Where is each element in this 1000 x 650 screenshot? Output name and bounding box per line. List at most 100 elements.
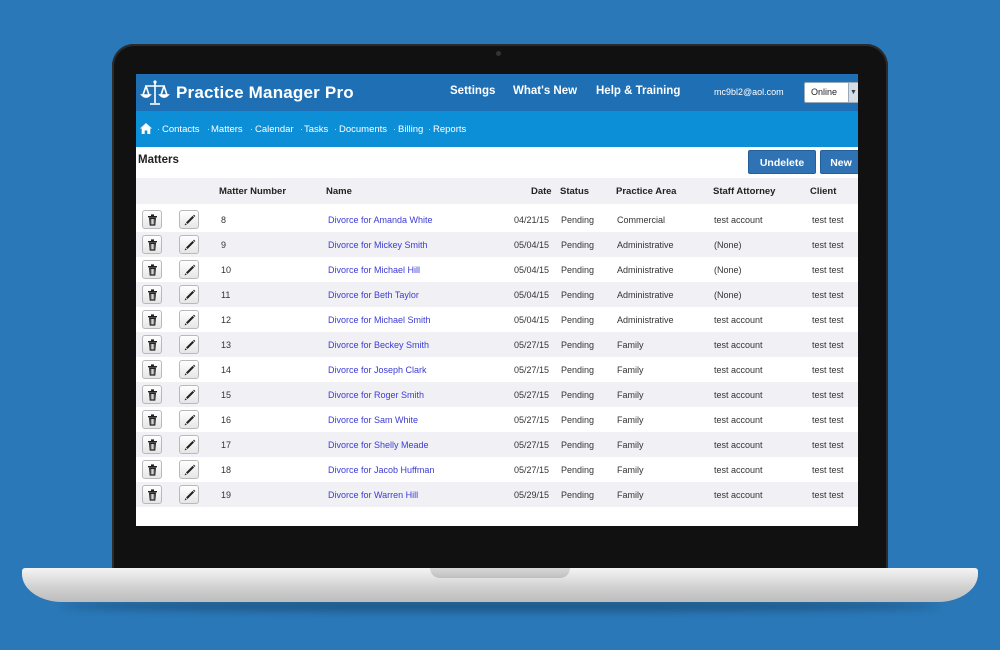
delete-button[interactable] [142,335,162,354]
client-cell: test test [812,465,844,475]
practice-area-cell: Family [617,365,644,375]
status-cell: Pending [561,465,595,475]
matter-name-link[interactable]: Divorce for Beckey Smith [328,340,429,350]
delete-button[interactable] [142,235,162,254]
edit-button[interactable] [179,485,199,504]
online-status-select[interactable]: Online ▼ [804,82,858,103]
staff-attorney-cell: test account [714,215,763,225]
date-cell: 05/04/15 [514,265,550,275]
delete-button[interactable] [142,310,162,329]
column-header-client[interactable]: Client [810,186,836,197]
matter-number-cell: 14 [221,365,232,375]
matter-name-link[interactable]: Divorce for Mickey Smith [328,240,428,250]
edit-button[interactable] [179,335,199,354]
app-screen: Practice Manager Pro Settings What's New… [136,74,858,526]
subnav-reports[interactable]: Reports [433,124,466,135]
matter-number-cell: 19 [221,490,232,500]
client-cell: test test [812,290,844,300]
edit-button[interactable] [179,310,199,329]
delete-button[interactable] [142,360,162,379]
column-header-name[interactable]: Name [326,186,352,197]
date-cell: 05/27/15 [514,340,550,350]
delete-button[interactable] [142,435,162,454]
date-cell: 05/27/15 [514,415,550,425]
delete-button[interactable] [142,460,162,479]
client-cell: test test [812,365,844,375]
client-cell: test test [812,340,844,350]
nav-settings[interactable]: Settings [450,85,495,97]
delete-button[interactable] [142,260,162,279]
matter-name-link[interactable]: Divorce for Joseph Clark [328,365,427,375]
staff-attorney-cell: test account [714,440,763,450]
status-cell: Pending [561,440,595,450]
column-header-status[interactable]: Status [560,186,589,197]
undelete-button[interactable]: Undelete [748,150,816,174]
edit-button[interactable] [179,235,199,254]
delete-button[interactable] [142,485,162,504]
subnav-calendar[interactable]: Calendar [255,124,294,135]
edit-button[interactable] [179,285,199,304]
status-cell: Pending [561,215,595,225]
staff-attorney-cell: test account [714,490,763,500]
matter-number-cell: 9 [221,240,227,250]
nav-separator: · [300,124,303,134]
subnav-matters[interactable]: Matters [211,124,243,135]
online-status-value: Online [811,87,838,97]
matter-name-link[interactable]: Divorce for Michael Smith [328,315,431,325]
status-cell: Pending [561,240,595,250]
edit-button[interactable] [179,410,199,429]
new-button[interactable]: New [820,150,858,174]
matter-number-cell: 10 [221,265,232,275]
nav-help-training[interactable]: Help & Training [596,85,680,97]
subnav-tasks[interactable]: Tasks [304,124,328,135]
edit-button[interactable] [179,260,199,279]
column-header-date[interactable]: Date [531,186,552,197]
matter-name-link[interactable]: Divorce for Beth Taylor [328,290,419,300]
chevron-down-icon[interactable]: ▼ [848,83,858,102]
table-row: 14 Divorce for Joseph Clark 05/27/15 Pendin… [136,357,858,382]
home-icon[interactable] [140,123,152,134]
client-cell: test test [812,440,844,450]
app-brand-name[interactable]: Practice Manager Pro [176,83,354,103]
subnav-billing[interactable]: Billing [398,124,423,135]
matter-number-cell: 12 [221,315,232,325]
column-header-matter-number[interactable]: Matter Number [219,186,286,197]
edit-button[interactable] [179,460,199,479]
staff-attorney-cell: test account [714,315,763,325]
date-cell: 05/04/15 [514,315,550,325]
table-row: 19 Divorce for Warren Hill 05/29/15 Pending… [136,482,858,507]
nav-whats-new[interactable]: What's New [513,85,577,97]
webcam [496,51,501,56]
nav-separator: · [393,124,396,134]
matter-name-link[interactable]: Divorce for Amanda White [328,215,433,225]
practice-area-cell: Administrative [617,240,674,250]
edit-button[interactable] [179,385,199,404]
delete-button[interactable] [142,285,162,304]
status-cell: Pending [561,340,595,350]
column-header-practice-area[interactable]: Practice Area [616,186,676,197]
table-row: 10 Divorce for Michael Hill 05/04/15 Pendin… [136,257,858,282]
client-cell: test test [812,415,844,425]
matter-name-link[interactable]: Divorce for Michael Hill [328,265,420,275]
nav-separator: · [250,124,253,134]
edit-button[interactable] [179,210,199,229]
matter-number-cell: 15 [221,390,232,400]
edit-button[interactable] [179,435,199,454]
subnav-documents[interactable]: Documents [339,124,387,135]
delete-button[interactable] [142,385,162,404]
subnav-contacts[interactable]: Contacts [162,124,200,135]
matter-name-link[interactable]: Divorce for Roger Smith [328,390,424,400]
matter-name-link[interactable]: Divorce for Sam White [328,415,418,425]
table-row: 8 Divorce for Amanda White 04/21/15 Pending… [136,207,858,232]
delete-button[interactable] [142,210,162,229]
status-cell: Pending [561,315,595,325]
delete-button[interactable] [142,410,162,429]
edit-button[interactable] [179,360,199,379]
matter-name-link[interactable]: Divorce for Shelly Meade [328,440,429,450]
table-header-row: Matter Number Name Date Status Practice … [136,178,858,204]
matter-name-link[interactable]: Divorce for Warren Hill [328,490,418,500]
column-header-staff-attorney[interactable]: Staff Attorney [713,186,775,197]
staff-attorney-cell: (None) [714,290,742,300]
date-cell: 05/27/15 [514,440,550,450]
matter-name-link[interactable]: Divorce for Jacob Huffman [328,465,434,475]
